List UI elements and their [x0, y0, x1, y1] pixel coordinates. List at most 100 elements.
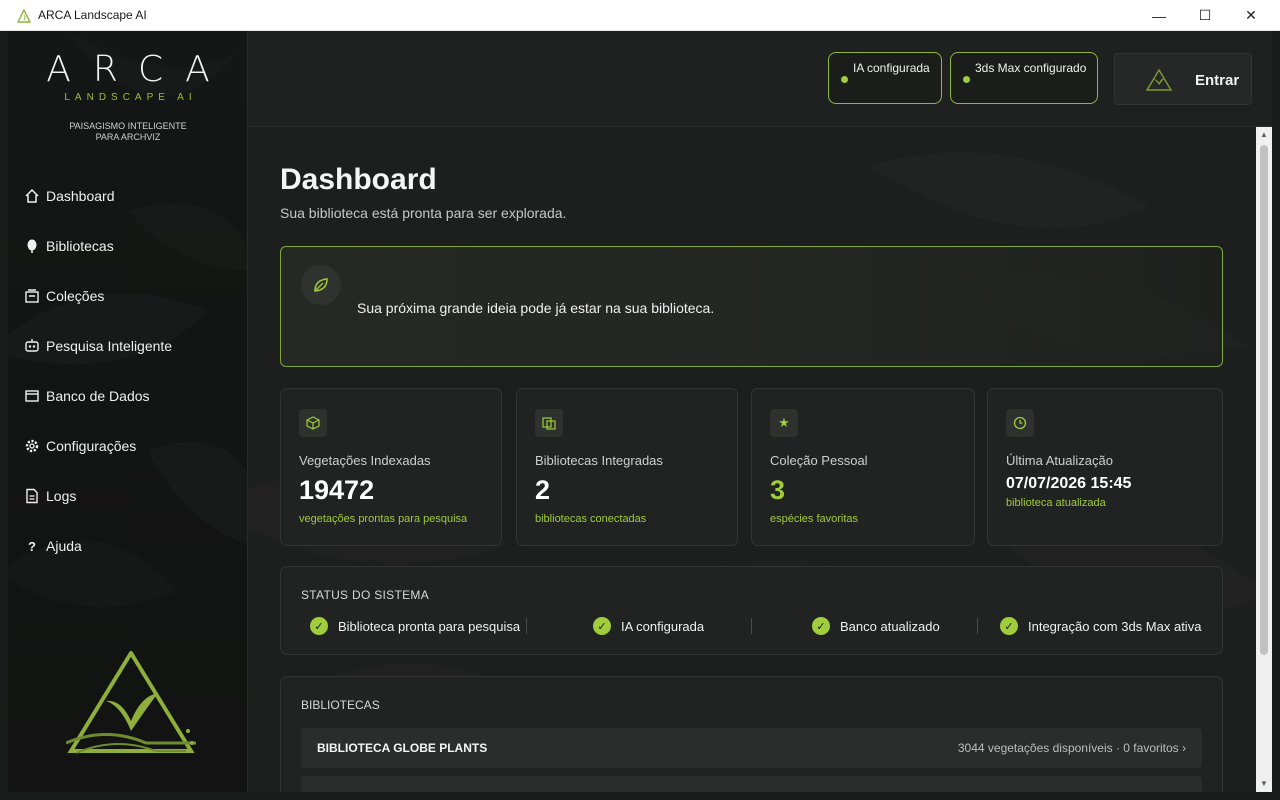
window-title: ARCA Landscape AI: [38, 8, 147, 22]
brand-tagline: PAISAGISMO INTELIGENTE PARA ARCHVIZ: [8, 121, 247, 143]
login-button[interactable]: Entrar: [1114, 53, 1252, 105]
stat-value: 3: [770, 475, 786, 505]
stat-label: Coleção Pessoal: [770, 453, 868, 468]
library-row-partial[interactable]: [301, 776, 1202, 792]
ia-status-label: IA configurada: [853, 61, 930, 75]
system-status-panel: STATUS DO SISTEMA ✓ Biblioteca pronta pa…: [280, 566, 1223, 655]
status-divider: [977, 618, 978, 634]
arca-logo-icon: [1145, 68, 1173, 91]
star-icon: ★: [770, 409, 798, 437]
brand-subtitle: LANDSCAPE AI: [64, 92, 197, 103]
arca-emblem-icon: [66, 651, 196, 754]
check-icon: ✓: [310, 617, 328, 635]
status-item-label: IA configurada: [621, 618, 705, 634]
status-divider: [526, 618, 527, 634]
tree-icon: [24, 238, 40, 254]
database-icon: [24, 388, 40, 404]
stat-value: 07/07/2026 15:45: [1006, 475, 1132, 492]
main-scrollbar[interactable]: ▲ ▼: [1256, 127, 1272, 792]
stat-card-bibliotecas: Bibliotecas Integradas 2 bibliotecas con…: [516, 388, 738, 546]
sidebar-item-label: Logs: [46, 488, 77, 504]
page-title: Dashboard: [280, 163, 437, 196]
sidebar-item-label: Banco de Dados: [46, 388, 150, 404]
brand-logo: ARCA LANDSCAPE AI: [8, 49, 247, 103]
stat-card-atualizacao: Última Atualização 07/07/2026 15:45 bibl…: [987, 388, 1223, 546]
sidebar-item-banco-de-dados[interactable]: Banco de Dados: [24, 371, 244, 421]
sidebar-item-label: Dashboard: [46, 188, 115, 204]
check-icon: ✓: [812, 617, 830, 635]
status-item-label: Biblioteca pronta para pesquisa: [338, 618, 521, 634]
close-button[interactable]: ✕: [1228, 0, 1274, 31]
status-item-label: Integração com 3ds Max ativa: [1028, 618, 1202, 634]
home-icon: [24, 188, 40, 204]
inspiration-banner: Sua próxima grande ideia pode já estar n…: [280, 246, 1223, 367]
leaf-icon: [301, 265, 341, 305]
status-item: ✓ Biblioteca pronta para pesquisa: [310, 617, 520, 635]
max-status-pill[interactable]: 3ds Max configurado: [950, 52, 1098, 104]
sidebar-item-label: Coleções: [46, 288, 105, 304]
sidebar-item-bibliotecas[interactable]: Bibliotecas: [24, 221, 244, 271]
help-icon: ?: [28, 538, 36, 554]
title-bar: ARCA Landscape AI — ☐ ✕: [0, 0, 1280, 31]
library-icon: [535, 409, 563, 437]
gear-icon: [24, 438, 40, 454]
page-subtitle: Sua biblioteca está pronta para ser expl…: [280, 205, 567, 221]
stat-label: Última Atualização: [1006, 453, 1113, 468]
sidebar-item-label: Bibliotecas: [46, 238, 114, 254]
tagline-line-2: PARA ARCHVIZ: [95, 132, 161, 142]
status-item: ✓ IA configurada: [593, 617, 704, 635]
sidebar-item-label: Configurações: [46, 438, 137, 454]
library-meta: 3044 vegetações disponíveis · 0 favorito…: [957, 741, 1186, 755]
collection-icon: [24, 288, 40, 304]
stat-value: 2: [535, 475, 551, 505]
ia-status-pill[interactable]: IA configurada: [828, 52, 942, 104]
robot-icon: [24, 338, 40, 354]
stat-note: espécies favoritas: [770, 513, 859, 525]
tagline-line-1: PAISAGISMO INTELIGENTE: [69, 121, 187, 131]
scroll-up-icon[interactable]: ▲: [1256, 127, 1272, 143]
stat-note: biblioteca atualizada: [1006, 497, 1106, 509]
library-name: BIBLIOTECA GLOBE PLANTS: [317, 741, 488, 755]
app-logo-icon: [16, 8, 32, 23]
library-row[interactable]: BIBLIOTECA GLOBE PLANTS 3044 vegetações …: [301, 728, 1202, 768]
login-label: Entrar: [1195, 72, 1240, 89]
stat-note: bibliotecas conectadas: [535, 513, 647, 525]
status-item-label: Banco atualizado: [840, 618, 940, 634]
max-status-label: 3ds Max configurado: [975, 61, 1087, 75]
brand-name: ARCA: [46, 49, 232, 90]
app-window: ARCA Landscape AI — ☐ ✕ ARCA LANDSCAPE A…: [0, 0, 1280, 800]
sidebar-item-configuracoes[interactable]: Configurações: [24, 421, 244, 471]
stat-card-vegetacoes: Vegetações Indexadas 19472 vegetações pr…: [280, 388, 502, 546]
top-bar: IA configurada 3ds Max configurado Entra…: [248, 31, 1272, 127]
check-icon: ✓: [593, 617, 611, 635]
stat-card-colecao: ★ Coleção Pessoal 3 espécies favoritas: [751, 388, 975, 546]
stat-note: vegetações prontas para pesquisa: [299, 513, 468, 525]
sidebar-item-logs[interactable]: Logs: [24, 471, 244, 521]
scrollbar-thumb[interactable]: [1260, 145, 1268, 655]
maximize-button[interactable]: ☐: [1182, 0, 1228, 31]
clock-icon: [1006, 409, 1034, 437]
libraries-panel: BIBLIOTECAS BIBLIOTECA GLOBE PLANTS 3044…: [280, 676, 1223, 792]
sidebar-item-ajuda[interactable]: ? Ajuda: [24, 521, 244, 571]
banner-text: Sua próxima grande ideia pode já estar n…: [357, 300, 715, 316]
status-item: ✓ Integração com 3ds Max ativa: [1000, 617, 1201, 635]
sidebar-nav: Dashboard Bibliotecas Coleções Pesquisa …: [24, 171, 244, 571]
sidebar-item-label: Pesquisa Inteligente: [46, 338, 173, 354]
cube-icon: [299, 409, 327, 437]
sidebar-item-label: Ajuda: [46, 538, 82, 554]
status-dot-icon: [963, 76, 970, 83]
main-content: IA configurada 3ds Max configurado Entra…: [248, 31, 1272, 792]
status-item: ✓ Banco atualizado: [812, 617, 940, 635]
minimize-button[interactable]: —: [1136, 0, 1182, 31]
sidebar-item-colecoes[interactable]: Coleções: [24, 271, 244, 321]
libraries-title: BIBLIOTECAS: [301, 698, 380, 712]
stat-label: Bibliotecas Integradas: [535, 453, 663, 468]
sidebar-item-pesquisa-inteligente[interactable]: Pesquisa Inteligente: [24, 321, 244, 371]
sidebar-item-dashboard[interactable]: Dashboard: [24, 171, 244, 221]
check-icon: ✓: [1000, 617, 1018, 635]
scroll-down-icon[interactable]: ▼: [1256, 776, 1272, 792]
sidebar: ARCA LANDSCAPE AI PAISAGISMO INTELIGENTE…: [8, 31, 248, 792]
stat-label: Vegetações Indexadas: [299, 453, 431, 468]
status-dot-icon: [841, 76, 848, 83]
stat-value: 19472: [299, 475, 375, 505]
